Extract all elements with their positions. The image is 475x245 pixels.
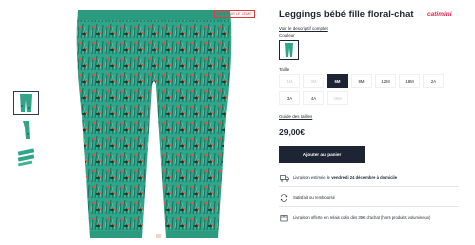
- full-description-link[interactable]: Voir le descriptif complet: [279, 26, 328, 31]
- leggings-front-thumbnail: [20, 94, 32, 112]
- thumbnail-side[interactable]: [14, 119, 38, 141]
- delivery-date: vendredi 24 décembre à domicile: [331, 175, 398, 181]
- size-option-2a[interactable]: 2A: [423, 74, 444, 88]
- thumbnail-list: [13, 91, 40, 173]
- promo-badge: -30% SUR LE 2EME: [214, 10, 255, 18]
- thumbnail-front[interactable]: [13, 91, 39, 115]
- price: 29,00€: [279, 127, 305, 137]
- product-main-image[interactable]: [48, 6, 260, 244]
- truck-icon: [279, 173, 289, 183]
- feature-free-shipping: Livraison offerte en relais colis dès 39…: [279, 213, 459, 223]
- size-option-3a[interactable]: 3A: [279, 91, 300, 105]
- size-option-12m[interactable]: 12M: [375, 74, 396, 88]
- free-shipping-text: Livraison offerte en relais colis dès 39…: [293, 215, 431, 221]
- leggings-side-thumbnail: [23, 121, 30, 139]
- return-arrows-icon: [279, 193, 289, 203]
- divider: [279, 186, 459, 187]
- add-to-cart-button[interactable]: Ajouter au panier: [279, 146, 365, 163]
- returns-text: Satisfait ou remboursé: [293, 195, 335, 201]
- size-option-3m[interactable]: 3M: [303, 74, 324, 88]
- color-swatch-selected[interactable]: [279, 40, 299, 60]
- leggings-folded-thumbnail: [17, 148, 35, 167]
- thumbnail-folded[interactable]: [14, 146, 38, 168]
- leggings-image: [76, 10, 232, 238]
- leggings-swatch-icon: [285, 43, 293, 57]
- color-label: Couleur: [279, 33, 295, 38]
- size-guide-link[interactable]: Guide des tailles: [279, 114, 312, 119]
- brand-logo[interactable]: catimini: [427, 11, 452, 18]
- product-title: Leggings bébé fille floral-chat: [279, 9, 414, 20]
- size-label: Taille: [279, 67, 290, 72]
- size-option-6m[interactable]: 6M: [327, 74, 348, 88]
- size-option-1m[interactable]: 1M: [279, 74, 300, 88]
- size-option-36m[interactable]: 36M: [327, 91, 348, 105]
- feature-returns: Satisfait ou remboursé: [279, 193, 459, 203]
- package-icon: [279, 213, 289, 223]
- size-option-4a[interactable]: 4A: [303, 91, 324, 105]
- delivery-text: Livraison estimée le vendredi 24 décembr…: [293, 175, 397, 181]
- feature-delivery: Livraison estimée le vendredi 24 décembr…: [279, 173, 459, 183]
- delivery-prefix: Livraison estimée le: [293, 175, 331, 181]
- size-option-9m[interactable]: 9M: [351, 74, 372, 88]
- divider: [279, 206, 459, 207]
- size-option-18m[interactable]: 18M: [399, 74, 420, 88]
